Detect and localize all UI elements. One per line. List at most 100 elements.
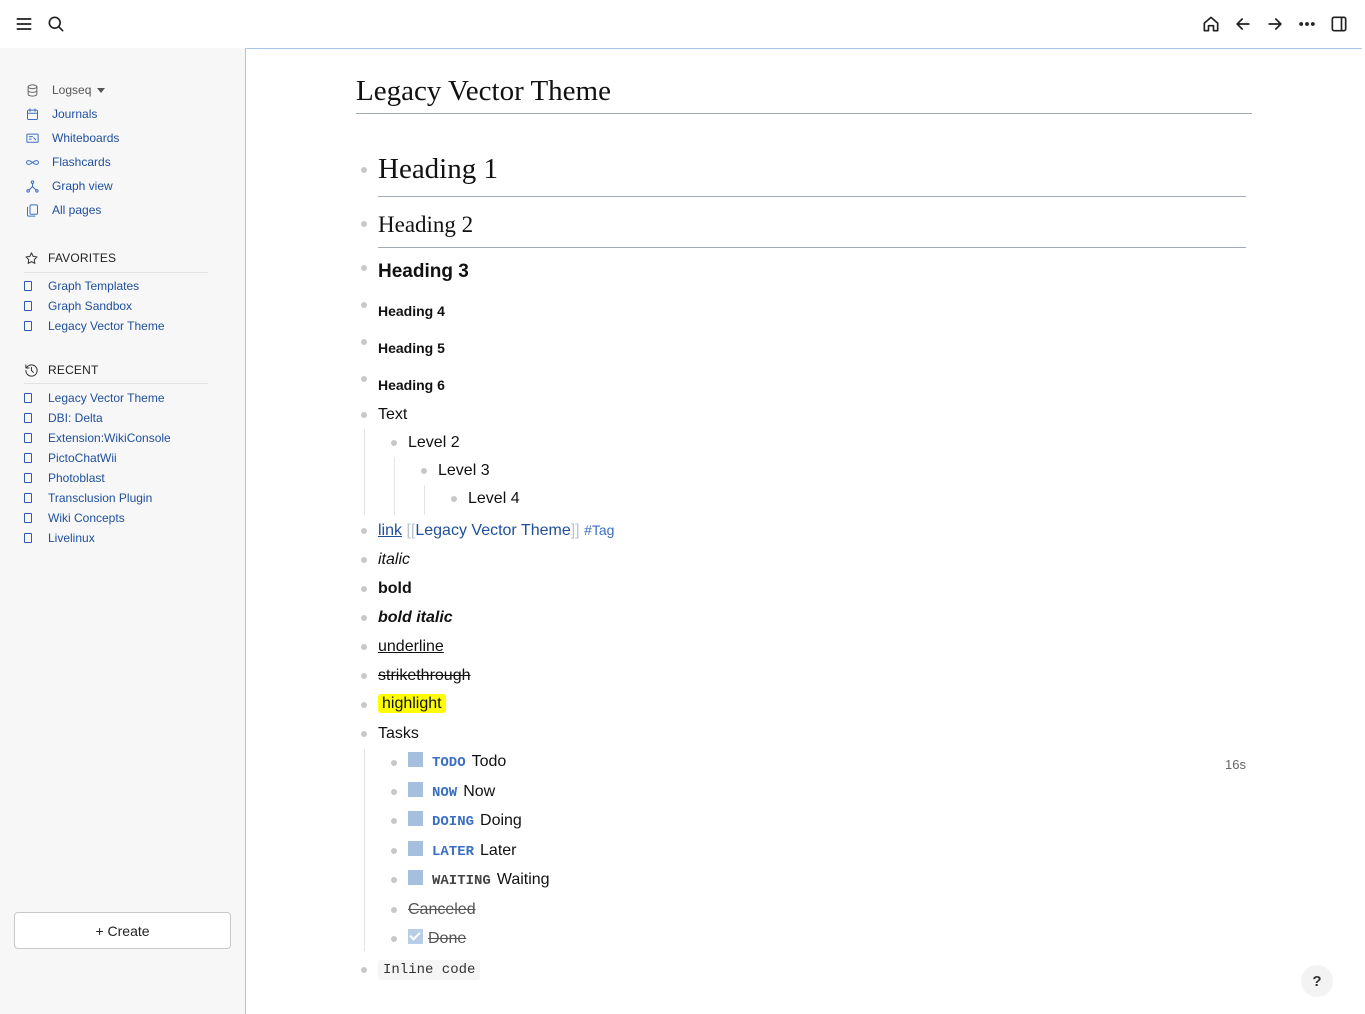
task-marker[interactable]: DOING bbox=[432, 814, 474, 830]
task-text[interactable]: Now bbox=[463, 783, 495, 800]
heading-6[interactable]: Heading 6 bbox=[378, 377, 445, 393]
block-bullet[interactable] bbox=[361, 221, 367, 227]
favorite-item[interactable]: Graph Sandbox bbox=[24, 297, 132, 315]
heading-3[interactable]: Heading 3 bbox=[378, 261, 469, 283]
block-bullet[interactable] bbox=[361, 967, 367, 973]
block-bullet[interactable] bbox=[361, 265, 367, 271]
page-icon bbox=[24, 321, 32, 331]
highlight-block[interactable]: highlight bbox=[378, 694, 446, 713]
recent-item[interactable]: Wiki Concepts bbox=[24, 509, 125, 527]
block-bullet[interactable] bbox=[391, 877, 397, 883]
block-bullet[interactable] bbox=[391, 818, 397, 824]
nav-all-pages[interactable]: All pages bbox=[24, 200, 101, 220]
italic-block[interactable]: italic bbox=[378, 551, 410, 569]
block-bullet[interactable] bbox=[361, 167, 367, 173]
block-bullet[interactable] bbox=[361, 557, 367, 563]
recent-item[interactable]: Legacy Vector Theme bbox=[24, 389, 165, 407]
task-text[interactable]: Waiting bbox=[497, 871, 550, 888]
nav-journals[interactable]: Journals bbox=[24, 104, 97, 124]
recent-item[interactable]: Livelinux bbox=[24, 529, 95, 547]
block-bullet[interactable] bbox=[391, 789, 397, 795]
heading-1[interactable]: Heading 1 bbox=[378, 153, 498, 186]
recent-item[interactable]: DBI: Delta bbox=[24, 409, 103, 427]
code-block[interactable]: Inline code bbox=[378, 960, 481, 980]
block-bullet[interactable] bbox=[391, 907, 397, 913]
recent-item[interactable]: Photoblast bbox=[24, 469, 105, 487]
block-bullet[interactable] bbox=[361, 302, 367, 308]
block-bullet[interactable] bbox=[361, 339, 367, 345]
recent-item[interactable]: Transclusion Plugin bbox=[24, 489, 152, 507]
create-button[interactable]: + Create bbox=[14, 912, 231, 949]
block-bullet[interactable] bbox=[421, 468, 427, 474]
recent-item[interactable]: Extension:WikiConsole bbox=[24, 429, 171, 447]
bold-italic-block[interactable]: bold italic bbox=[378, 609, 453, 627]
task-canceled[interactable]: Canceled bbox=[408, 901, 476, 919]
text-block[interactable]: Text bbox=[378, 406, 407, 424]
favorites-header[interactable]: FAVORITES bbox=[24, 248, 116, 268]
block-bullet[interactable] bbox=[361, 615, 367, 621]
task-now: NOW Now bbox=[408, 782, 495, 801]
main-content: Legacy Vector Theme Heading 1 Heading 2 … bbox=[245, 48, 1362, 1014]
block-bullet[interactable] bbox=[361, 644, 367, 650]
block-bullet[interactable] bbox=[361, 702, 367, 708]
page-reference[interactable]: Legacy Vector Theme bbox=[415, 522, 570, 539]
block-bullet[interactable] bbox=[451, 496, 457, 502]
nav-graph-view[interactable]: Graph view bbox=[24, 176, 113, 196]
favorite-item[interactable]: Legacy Vector Theme bbox=[24, 317, 165, 335]
task-checkbox[interactable] bbox=[408, 782, 423, 798]
underline-block[interactable]: underline bbox=[378, 638, 444, 656]
task-text[interactable]: Todo bbox=[472, 753, 507, 770]
block-bullet[interactable] bbox=[391, 760, 397, 766]
top-bar bbox=[0, 0, 1365, 48]
block-bullet[interactable] bbox=[361, 731, 367, 737]
menu-icon[interactable] bbox=[12, 12, 36, 36]
search-icon[interactable] bbox=[44, 12, 68, 36]
right-sidebar-icon[interactable] bbox=[1327, 12, 1351, 36]
favorite-item[interactable]: Graph Templates bbox=[24, 277, 139, 295]
heading-2[interactable]: Heading 2 bbox=[378, 212, 473, 238]
block-bullet[interactable] bbox=[361, 673, 367, 679]
task-marker[interactable]: WAITING bbox=[432, 873, 491, 889]
home-icon[interactable] bbox=[1199, 12, 1223, 36]
block-bullet[interactable] bbox=[361, 376, 367, 382]
level-2-block[interactable]: Level 2 bbox=[408, 434, 460, 452]
task-checkbox[interactable] bbox=[408, 870, 423, 886]
arrow-right-icon[interactable] bbox=[1263, 12, 1287, 36]
nav-flashcards[interactable]: Flashcards bbox=[24, 152, 111, 172]
task-marker[interactable]: LATER bbox=[432, 844, 474, 860]
bold-block[interactable]: bold bbox=[378, 580, 412, 598]
graph-selector[interactable]: Logseq bbox=[24, 80, 106, 100]
heading-4[interactable]: Heading 4 bbox=[378, 303, 445, 319]
heading-5[interactable]: Heading 5 bbox=[378, 340, 445, 356]
recent-item[interactable]: PictoChatWii bbox=[24, 449, 117, 467]
block-bullet[interactable] bbox=[391, 936, 397, 942]
nav-whiteboards[interactable]: Whiteboards bbox=[24, 128, 119, 148]
task-text[interactable]: Doing bbox=[480, 812, 522, 829]
block-bullet[interactable] bbox=[391, 440, 397, 446]
level-4-block[interactable]: Level 4 bbox=[468, 490, 520, 508]
recent-header[interactable]: RECENT bbox=[24, 360, 99, 380]
task-checkbox[interactable] bbox=[408, 841, 423, 857]
task-checkbox[interactable] bbox=[408, 811, 423, 827]
task-text[interactable]: Done bbox=[428, 930, 466, 947]
page-icon bbox=[24, 433, 32, 443]
arrow-left-icon[interactable] bbox=[1231, 12, 1255, 36]
block-bullet[interactable] bbox=[361, 528, 367, 534]
task-checkbox[interactable] bbox=[408, 752, 423, 768]
page-title[interactable]: Legacy Vector Theme bbox=[356, 75, 611, 108]
task-checkbox-checked[interactable] bbox=[408, 929, 423, 945]
task-marker[interactable]: NOW bbox=[432, 785, 457, 801]
star-icon bbox=[24, 250, 40, 266]
level-3-block[interactable]: Level 3 bbox=[438, 462, 490, 480]
task-marker[interactable]: TODO bbox=[432, 755, 466, 771]
tag-link[interactable]: #Tag bbox=[584, 522, 614, 538]
strikethrough-block[interactable]: strikethrough bbox=[378, 667, 471, 685]
block-bullet[interactable] bbox=[391, 848, 397, 854]
block-bullet[interactable] bbox=[361, 412, 367, 418]
help-button[interactable]: ? bbox=[1301, 965, 1333, 997]
external-link[interactable]: link bbox=[378, 522, 402, 539]
tasks-block[interactable]: Tasks bbox=[378, 725, 419, 743]
task-text[interactable]: Later bbox=[480, 842, 516, 859]
block-bullet[interactable] bbox=[361, 586, 367, 592]
more-icon[interactable] bbox=[1295, 12, 1319, 36]
